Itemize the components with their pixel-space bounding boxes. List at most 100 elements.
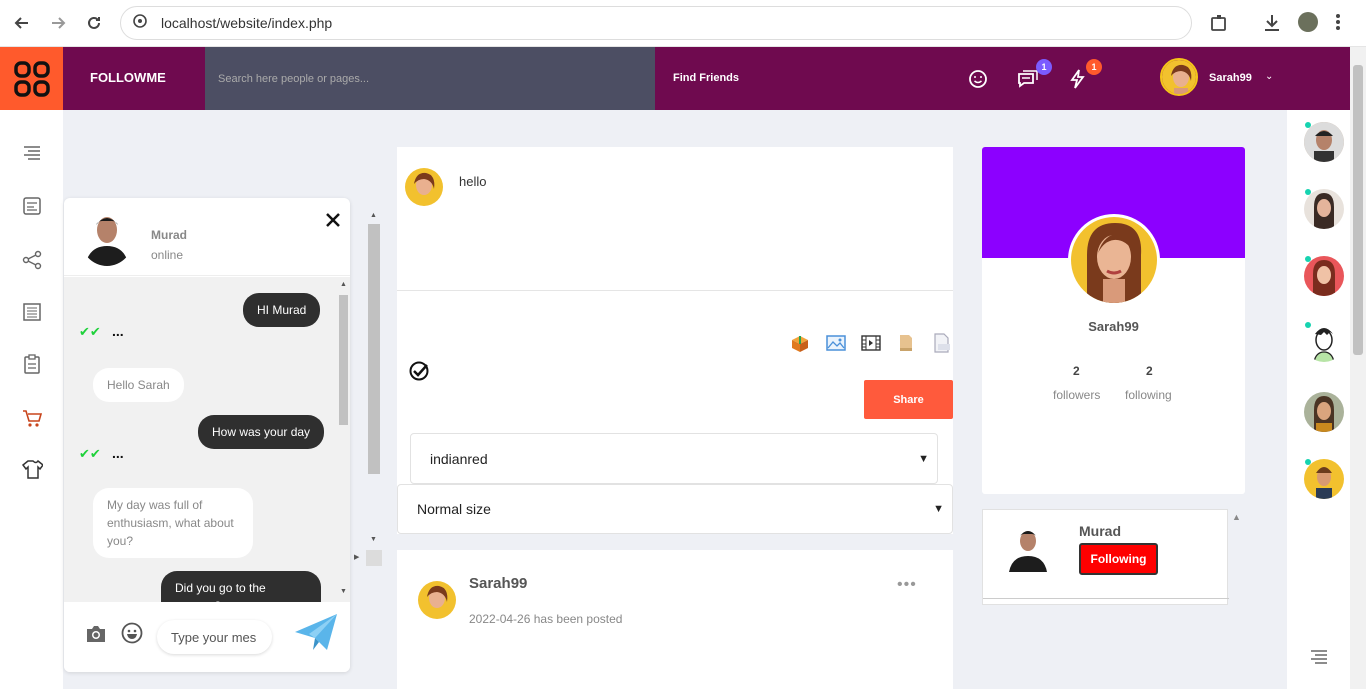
read-ticks-icon: ✔✔: [79, 446, 101, 461]
divider: [983, 598, 1229, 599]
chat-messages: HI Murad ✔✔ ... Hello Sarah How was your…: [64, 277, 350, 602]
feed-scrollbar[interactable]: ▲ ▼: [366, 210, 382, 566]
color-select-value: indianred: [430, 450, 488, 467]
message-bubble-sent: HI Murad: [243, 293, 321, 327]
user-avatar[interactable]: [1160, 58, 1198, 96]
chevron-down-icon[interactable]: ⌄: [1265, 71, 1273, 82]
chat-header: Murad online: [64, 198, 350, 276]
post-author-name[interactable]: Sarah99: [469, 575, 527, 592]
download-icon[interactable]: [1262, 13, 1282, 38]
message-bubble-sent: How was your day: [198, 415, 325, 449]
post-date: 2022-04-26 has been posted: [469, 612, 623, 626]
image-icon[interactable]: [825, 332, 847, 354]
send-icon[interactable]: [293, 610, 339, 659]
following-avatar[interactable]: [1005, 524, 1051, 572]
feed-icon[interactable]: [21, 195, 43, 217]
search-input[interactable]: [205, 47, 655, 110]
cart-icon[interactable]: [21, 407, 43, 429]
post-author-avatar[interactable]: [418, 581, 456, 619]
typing-indicator: ...: [112, 445, 124, 461]
user-name[interactable]: Sarah99: [1209, 72, 1252, 84]
right-sidebar-contacts: [1287, 110, 1350, 689]
profile-card: Sarah99 2 followers 2 following: [982, 147, 1245, 494]
extensions-icon[interactable]: [1209, 13, 1229, 38]
gift-box-icon[interactable]: [789, 332, 811, 354]
size-select[interactable]: Normal size ▼: [397, 484, 953, 534]
emoji-icon[interactable]: [121, 622, 143, 649]
video-icon[interactable]: [860, 332, 882, 354]
camera-icon[interactable]: [85, 624, 107, 649]
scroll-up-icon[interactable]: ▲: [1232, 512, 1241, 522]
following-button[interactable]: Following: [1079, 543, 1158, 575]
contact-avatar[interactable]: [1304, 189, 1344, 229]
close-icon[interactable]: [326, 210, 340, 233]
menu-list-icon[interactable]: [21, 142, 43, 164]
size-select-value: Normal size: [417, 501, 491, 517]
site-info-icon[interactable]: [133, 13, 147, 33]
contact-avatar[interactable]: [1304, 322, 1344, 362]
clipboard-icon[interactable]: [21, 353, 43, 375]
smiley-icon[interactable]: [966, 67, 990, 91]
find-friends-link[interactable]: Find Friends: [673, 72, 739, 84]
url-text: localhost/website/index.php: [161, 15, 333, 31]
address-bar[interactable]: localhost/website/index.php: [120, 6, 1192, 40]
newspaper-icon[interactable]: [21, 301, 43, 323]
profile-name: Sarah99: [1088, 319, 1139, 334]
color-select[interactable]: indianred ▼: [410, 433, 938, 484]
check-circle-icon[interactable]: [408, 360, 430, 387]
contact-avatar[interactable]: [1304, 122, 1344, 162]
profile-avatar-icon[interactable]: [1298, 12, 1318, 32]
messages-icon[interactable]: 1: [1016, 59, 1052, 91]
post-card: Sarah99 2022-04-26 has been posted •••: [397, 550, 953, 689]
composer-avatar[interactable]: [405, 168, 443, 206]
chat-input-bar: [64, 602, 350, 672]
contact-avatar[interactable]: [1304, 256, 1344, 296]
message-bubble-received: My day was full of enthusiasm, what abou…: [93, 488, 253, 558]
forward-icon[interactable]: [47, 12, 69, 34]
chat-contact-status: online: [151, 248, 184, 262]
followers-count: 2: [1073, 364, 1080, 378]
pdf-file-icon[interactable]: [930, 332, 952, 354]
brand-name[interactable]: FOLLOWME: [90, 70, 166, 85]
shirt-icon[interactable]: [21, 458, 45, 480]
chat-scrollbar[interactable]: ▲ ▼: [337, 277, 350, 602]
scroll-up-icon[interactable]: ▲: [370, 212, 377, 219]
menu-list-icon[interactable]: [1309, 647, 1329, 672]
chat-contact-name: Murad: [151, 228, 187, 242]
reload-icon[interactable]: [83, 12, 105, 34]
following-label[interactable]: following: [1125, 388, 1172, 402]
share-icon[interactable]: [21, 249, 43, 271]
share-button[interactable]: Share: [864, 380, 953, 419]
feed-scrollbar-thumb[interactable]: [368, 224, 380, 474]
divider: [397, 290, 953, 291]
contact-avatar[interactable]: [1304, 392, 1344, 432]
scroll-down-icon[interactable]: ▼: [340, 588, 347, 595]
profile-avatar[interactable]: [1068, 214, 1160, 306]
page-scrollbar-thumb[interactable]: [1353, 65, 1363, 355]
chat-contact-avatar[interactable]: [80, 208, 134, 266]
following-name[interactable]: Murad: [1079, 523, 1121, 539]
scroll-left-icon[interactable]: ▶: [354, 553, 359, 561]
browser-menu-icon[interactable]: [1335, 12, 1341, 37]
back-icon[interactable]: [11, 12, 33, 34]
chat-scrollbar-thumb[interactable]: [339, 295, 348, 425]
browser-chrome: localhost/website/index.php: [0, 0, 1366, 47]
page-scrollbar[interactable]: [1350, 47, 1366, 689]
contact-avatar[interactable]: [1304, 459, 1344, 499]
composer-textarea[interactable]: hello: [459, 174, 486, 189]
post-composer: hello Share indianred ▼ Normal size ▼: [397, 147, 953, 534]
chevron-down-icon: ▼: [933, 503, 944, 515]
more-options-icon[interactable]: •••: [897, 576, 917, 594]
scroll-up-icon[interactable]: ▲: [340, 281, 347, 288]
search-box[interactable]: [205, 47, 655, 110]
scroll-down-icon[interactable]: ▼: [370, 536, 377, 543]
typing-indicator: ...: [112, 323, 124, 339]
notifications-badge: 1: [1086, 59, 1102, 75]
chevron-down-icon: ▼: [918, 452, 929, 465]
followers-label[interactable]: followers: [1053, 388, 1100, 402]
read-ticks-icon: ✔✔: [79, 324, 101, 339]
chat-message-input[interactable]: [157, 620, 272, 654]
document-icon[interactable]: [895, 332, 917, 354]
notifications-icon[interactable]: 1: [1066, 59, 1102, 91]
logo[interactable]: [0, 47, 63, 110]
